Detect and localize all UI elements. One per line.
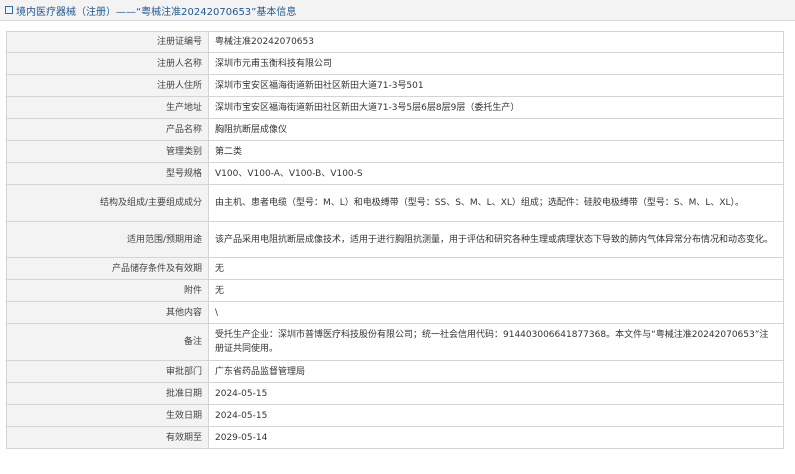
table-row: 有效期至 2029-05-14 — [6, 426, 784, 449]
page-title-bar: 境内医疗器械（注册）——“粤械注准20242070653”基本信息 — [0, 0, 795, 21]
table-row: 审批部门 广东省药品监督管理局 — [6, 360, 784, 383]
table-row: 附件 无 — [6, 279, 784, 302]
row-value: 第二类 — [208, 140, 784, 163]
row-label: 有效期至 — [6, 426, 209, 449]
table-row: 批准日期 2024-05-15 — [6, 382, 784, 405]
table-row: 产品储存条件及有效期 无 — [6, 257, 784, 280]
row-label: 审批部门 — [6, 360, 209, 383]
row-value: 无 — [208, 257, 784, 280]
row-label: 备注 — [6, 323, 209, 361]
row-value: 深圳市宝安区福海街道新田社区新田大道71-3号501 — [208, 74, 784, 97]
table-row: 备注 受托生产企业：深圳市普博医疗科技股份有限公司；统一社会信用代码：91440… — [6, 323, 784, 361]
row-value: 粤械注准20242070653 — [208, 31, 784, 53]
row-label: 批准日期 — [6, 382, 209, 405]
row-value: 深圳市宝安区福海街道新田社区新田大道71-3号5层6层8层9层（委托生产） — [208, 96, 784, 119]
row-value: 胸阻抗断层成像仪 — [208, 118, 784, 141]
row-value: 2024-05-15 — [208, 404, 784, 427]
row-value: 深圳市元甫玉衡科技有限公司 — [208, 52, 784, 75]
row-value: 无 — [208, 279, 784, 302]
table-row: 管理类别 第二类 — [6, 140, 784, 163]
table-row: 型号规格 V100、V100-A、V100-B、V100-S — [6, 162, 784, 185]
row-value: 受托生产企业：深圳市普博医疗科技股份有限公司；统一社会信用代码：91440300… — [208, 323, 784, 361]
page-title: 境内医疗器械（注册）——“粤械注准20242070653”基本信息 — [16, 6, 297, 18]
detail-table: 注册证编号 粤械注准20242070653 注册人名称 深圳市元甫玉衡科技有限公… — [6, 31, 784, 449]
row-label: 产品名称 — [6, 118, 209, 141]
row-label: 管理类别 — [6, 140, 209, 163]
table-row: 生产地址 深圳市宝安区福海街道新田社区新田大道71-3号5层6层8层9层（委托生… — [6, 96, 784, 119]
table-row: 注册证编号 粤械注准20242070653 — [6, 31, 784, 53]
row-label: 注册人住所 — [6, 74, 209, 97]
row-label: 生产地址 — [6, 96, 209, 119]
row-value: 由主机、患者电缆（型号：M、L）和电极缚带（型号：SS、S、M、L、XL）组成；… — [208, 184, 784, 222]
row-value: 2024-05-15 — [208, 382, 784, 405]
row-value: V100、V100-A、V100-B、V100-S — [208, 162, 784, 185]
row-value: 广东省药品监督管理局 — [208, 360, 784, 383]
table-row: 产品名称 胸阻抗断层成像仪 — [6, 118, 784, 141]
row-label: 生效日期 — [6, 404, 209, 427]
row-label: 注册人名称 — [6, 52, 209, 75]
table-row: 结构及组成/主要组成成分 由主机、患者电缆（型号：M、L）和电极缚带（型号：SS… — [6, 184, 784, 222]
table-row: 注册人名称 深圳市元甫玉衡科技有限公司 — [6, 52, 784, 75]
row-label: 型号规格 — [6, 162, 209, 185]
table-row: 其他内容 \ — [6, 301, 784, 324]
row-value: \ — [208, 301, 784, 324]
table-row: 生效日期 2024-05-15 — [6, 404, 784, 427]
row-label: 产品储存条件及有效期 — [6, 257, 209, 280]
row-label: 注册证编号 — [6, 31, 209, 53]
table-row: 适用范围/预期用途 该产品采用电阻抗断层成像技术，适用于进行胸阻抗测量，用于评估… — [6, 221, 784, 258]
row-value: 2029-05-14 — [208, 426, 784, 449]
row-label: 其他内容 — [6, 301, 209, 324]
row-label: 适用范围/预期用途 — [6, 221, 209, 258]
table-row: 注册人住所 深圳市宝安区福海街道新田社区新田大道71-3号501 — [6, 74, 784, 97]
row-label: 附件 — [6, 279, 209, 302]
row-value: 该产品采用电阻抗断层成像技术，适用于进行胸阻抗测量，用于评估和研究各种生理或病理… — [208, 221, 784, 258]
document-icon — [5, 6, 13, 14]
row-label: 结构及组成/主要组成成分 — [6, 184, 209, 222]
